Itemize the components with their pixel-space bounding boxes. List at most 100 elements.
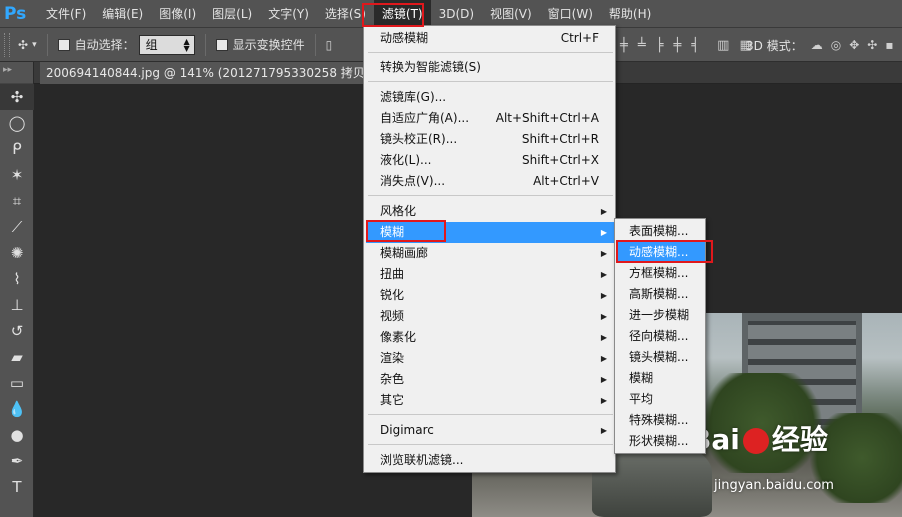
type-tool-icon[interactable]: T — [0, 474, 34, 500]
tools-panel: ▸▸ ✣ ◯ ᑭ ✶ ⌗ ⟋ ✺ ⌇ ⊥ ↺ ▰ ▭ 💧 ● ✒ T — [0, 62, 34, 517]
filter-menu: 动感模糊 Ctrl+F 转换为智能滤镜(S) 滤镜库(G)... 自适应广角(A)… — [363, 25, 616, 473]
chevron-down-icon: ▾ — [32, 39, 37, 50]
eyedropper-icon[interactable]: ⟋ — [0, 214, 34, 240]
align-center-icon[interactable]: ╪ — [620, 38, 628, 53]
submenu-item-average[interactable]: 平均 — [617, 389, 705, 410]
auto-select-checkbox[interactable] — [57, 38, 70, 51]
pen-tool-icon[interactable]: ✒ — [0, 448, 34, 474]
submenu-arrow-icon: ▶ — [600, 249, 607, 258]
menu-item-adaptive-wide[interactable]: 自适应广角(A)... Alt+Shift+Ctrl+A — [366, 108, 615, 129]
blur-submenu: 表面模糊... 动感模糊... 方框模糊... 高斯模糊... 进一步模糊 径向… — [614, 218, 706, 454]
divider — [314, 33, 316, 56]
move-tool-icon[interactable]: ✣ — [0, 84, 34, 110]
menu-item-render[interactable]: 渲染 ▶ — [366, 348, 615, 369]
submenu-arrow-icon: ▶ — [600, 426, 607, 435]
submenu-arrow-icon: ▶ — [600, 270, 607, 279]
submenu-item-blur-more[interactable]: 进一步模糊 — [617, 305, 705, 326]
blur-tool-icon[interactable]: 💧 — [0, 396, 34, 422]
menu-layer[interactable]: 图层(L) — [204, 0, 260, 28]
magic-wand-icon[interactable]: ✶ — [0, 162, 34, 188]
tools-panel-header[interactable]: ▸▸ — [0, 62, 33, 84]
align-distribute-group: ╪ ╧ ╞ ╪ ╡ ▥ ▦ — [620, 28, 752, 62]
submenu-arrow-icon: ▶ — [600, 312, 607, 321]
paw-icon — [742, 428, 769, 454]
3d-roll-icon[interactable]: ◎ — [831, 38, 841, 52]
menu-file[interactable]: 文件(F) — [38, 0, 94, 28]
lasso-tool-icon[interactable]: ᑭ — [0, 136, 34, 162]
crop-tool-icon[interactable]: ⌗ — [0, 188, 34, 214]
menu-window[interactable]: 窗口(W) — [540, 0, 601, 28]
align-right-icon[interactable]: ╡ — [691, 38, 699, 53]
auto-select-value: 组 — [145, 37, 158, 52]
menu-help[interactable]: 帮助(H) — [601, 0, 659, 28]
divider — [204, 33, 206, 56]
menu-3d[interactable]: 3D(D) — [431, 0, 482, 28]
align-hcenter-icon[interactable]: ╪ — [673, 38, 681, 53]
marquee-tool-icon[interactable]: ◯ — [0, 110, 34, 136]
3d-rotate-icon[interactable]: ☁ — [811, 38, 823, 52]
healing-brush-icon[interactable]: ✺ — [0, 240, 34, 266]
align-left-icon[interactable]: ╞ — [656, 38, 664, 53]
eraser-icon[interactable]: ▰ — [0, 344, 34, 370]
menu-item-filter-gallery[interactable]: 滤镜库(G)... — [366, 87, 615, 108]
menu-item-digimarc[interactable]: Digimarc ▶ — [366, 420, 615, 441]
submenu-arrow-icon: ▶ — [600, 207, 607, 216]
menu-item-last-filter[interactable]: 动感模糊 Ctrl+F — [366, 28, 615, 49]
submenu-arrow-icon: ▶ — [600, 333, 607, 342]
submenu-arrow-icon: ▶ — [600, 354, 607, 363]
menu-item-stylize[interactable]: 风格化 ▶ — [366, 201, 615, 222]
3d-mode-label: 3D 模式： — [746, 38, 803, 53]
menu-item-pixelate[interactable]: 像素化 ▶ — [366, 327, 615, 348]
watermark-brand-2: 经验 — [771, 423, 828, 456]
menu-select[interactable]: 选择(S) — [317, 0, 374, 28]
align-bottom-icon[interactable]: ╧ — [638, 38, 646, 53]
menu-type[interactable]: 文字(Y) — [260, 0, 317, 28]
watermark-url: jingyan.baidu.com — [714, 478, 834, 493]
3d-scale-icon[interactable]: ▪ — [885, 38, 893, 52]
distribute-icon[interactable]: ▥ — [717, 38, 729, 53]
gradient-tool-icon[interactable]: ▭ — [0, 370, 34, 396]
align-top-icon[interactable]: ▯ — [326, 38, 333, 52]
auto-select-dropdown[interactable]: 组 ▲ ▼ — [138, 34, 195, 55]
submenu-item-lens-blur[interactable]: 镜头模糊... — [617, 347, 705, 368]
menu-item-browse-online[interactable]: 浏览联机滤镜... — [366, 450, 615, 471]
submenu-item-box-blur[interactable]: 方框模糊... — [617, 263, 705, 284]
dodge-tool-icon[interactable]: ● — [0, 422, 34, 448]
menu-item-vanishing-point[interactable]: 消失点(V)... Alt+Ctrl+V — [366, 171, 615, 192]
menu-item-blur-gallery[interactable]: 模糊画廊 ▶ — [366, 243, 615, 264]
menu-item-other[interactable]: 其它 ▶ — [366, 390, 615, 411]
submenu-item-smart-blur[interactable]: 特殊模糊... — [617, 410, 705, 431]
options-bar-grip[interactable] — [4, 32, 10, 57]
submenu-item-surface-blur[interactable]: 表面模糊... — [617, 221, 705, 242]
divider — [46, 33, 48, 56]
menu-item-blur[interactable]: 模糊 ▶ — [366, 222, 615, 243]
document-tab[interactable]: 200694140844.jpg @ 141% (201271795330258… — [40, 62, 370, 84]
menu-item-liquify[interactable]: 液化(L)... Shift+Ctrl+X — [366, 150, 615, 171]
3d-slide-icon[interactable]: ✣ — [867, 38, 877, 52]
menu-item-convert-smart[interactable]: 转换为智能滤镜(S) — [366, 57, 615, 78]
clone-stamp-icon[interactable]: ⊥ — [0, 292, 34, 318]
menu-image[interactable]: 图像(I) — [151, 0, 204, 28]
show-transform-checkbox[interactable] — [215, 38, 228, 51]
submenu-item-blur[interactable]: 模糊 — [617, 368, 705, 389]
move-tool-icon: ✣ — [18, 37, 29, 52]
menu-separator — [368, 444, 613, 445]
menu-item-distort[interactable]: 扭曲 ▶ — [366, 264, 615, 285]
brush-tool-icon[interactable]: ⌇ — [0, 266, 34, 292]
photoshop-logo: Ps — [4, 3, 27, 24]
submenu-item-shape-blur[interactable]: 形状模糊... — [617, 431, 705, 452]
history-brush-icon[interactable]: ↺ — [0, 318, 34, 344]
menu-view[interactable]: 视图(V) — [482, 0, 540, 28]
submenu-item-motion-blur[interactable]: 动感模糊... — [617, 242, 705, 263]
menu-filter[interactable]: 滤镜(T) — [373, 0, 431, 28]
menu-item-sharpen[interactable]: 锐化 ▶ — [366, 285, 615, 306]
menu-item-video[interactable]: 视频 ▶ — [366, 306, 615, 327]
tool-preset-picker[interactable]: ✣ ▾ — [18, 38, 37, 52]
menu-edit[interactable]: 编辑(E) — [94, 0, 151, 28]
menu-item-lens-correction[interactable]: 镜头校正(R)... Shift+Ctrl+R — [366, 129, 615, 150]
auto-select-label: 自动选择： — [74, 38, 135, 52]
submenu-item-radial-blur[interactable]: 径向模糊... — [617, 326, 705, 347]
3d-drag-icon[interactable]: ✥ — [849, 38, 859, 52]
submenu-item-gaussian-blur[interactable]: 高斯模糊... — [617, 284, 705, 305]
menu-item-noise[interactable]: 杂色 ▶ — [366, 369, 615, 390]
